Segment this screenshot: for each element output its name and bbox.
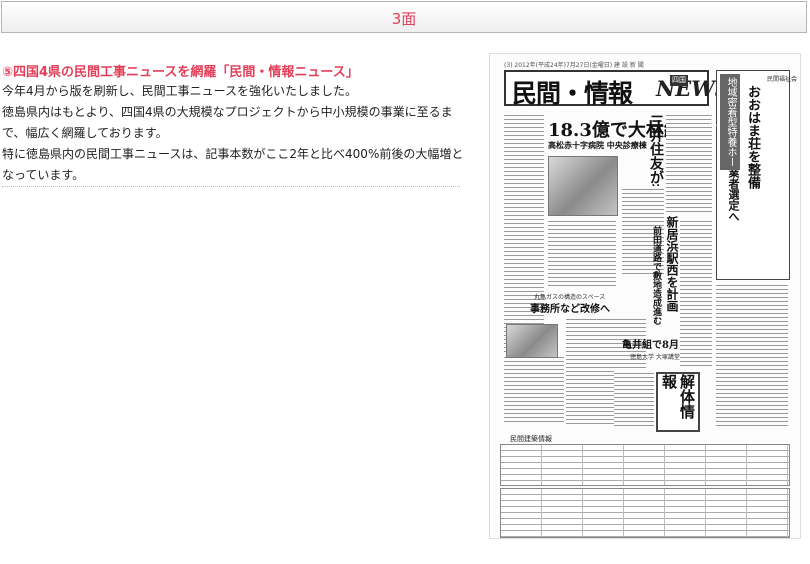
- masthead-title: 民間・情報: [512, 79, 633, 108]
- article-heading: ⑤四国4県の民間工事ニュースを網羅「民間・情報ニュース」: [2, 65, 359, 80]
- text-column: [504, 354, 564, 424]
- fourth-headline: 事務所など改修へ: [530, 304, 610, 315]
- dotted-divider: [2, 186, 460, 187]
- masthead-badge: 四国: [670, 75, 688, 86]
- building-photo: [506, 324, 558, 358]
- construction-table: [500, 444, 790, 486]
- newspaper-masthead: 民間・情報 NEWS 四国: [504, 70, 730, 108]
- text-column: [614, 370, 654, 428]
- main-subhead: 高松赤十字病院 中央診療棟: [548, 140, 647, 150]
- section-title: 3面: [391, 10, 417, 28]
- fifth-headline: 亀井組で8月: [622, 340, 679, 351]
- feature-tag: 民間福祉会: [767, 76, 798, 83]
- text-column: [548, 218, 616, 288]
- right-headline: おおはま荘を整備: [745, 85, 760, 189]
- newspaper-page-image: (3) 2012年(平成24年)7月27日(金曜日) 建 設 新 聞 民間・情報…: [489, 53, 801, 539]
- text-column: [666, 112, 712, 212]
- newspaper-topline: (3) 2012年(平成24年)7月27日(金曜日) 建 設 新 聞: [504, 62, 644, 69]
- article-paragraph: 徳島県内はもとより、四国4県の大規模なプロジェクトから中小規模の事業に至るまで、…: [2, 105, 453, 140]
- text-column: [680, 218, 712, 368]
- article-paragraph: 特に徳島県内の民間工事ニュースは、記事本数がここ2年と比べ400%前後の大幅増と…: [2, 147, 464, 182]
- feature-tab: 地域密着型特養ホーム: [705, 74, 740, 170]
- third-headline: 新居浜駅西を計画: [665, 216, 679, 312]
- section-header-bar: 3面: [1, 1, 807, 33]
- building-photo: [548, 156, 618, 216]
- construction-table: [500, 488, 790, 538]
- text-column: [716, 282, 788, 428]
- fifth-subhead: 徳島大学 大塚講堂: [630, 354, 680, 361]
- kaitai-box: 解体情報: [656, 372, 700, 432]
- text-column: [504, 112, 544, 352]
- third-subhead: 前田道路で敷地造成進む: [651, 226, 661, 325]
- article-paragraph: 今年4月から版を刷新し、民間工事ニュースを強化いたしました。: [2, 84, 358, 98]
- article-body: 今年4月から版を刷新し、民間工事ニュースを強化いたしました。 徳島県内はもとより…: [2, 81, 467, 186]
